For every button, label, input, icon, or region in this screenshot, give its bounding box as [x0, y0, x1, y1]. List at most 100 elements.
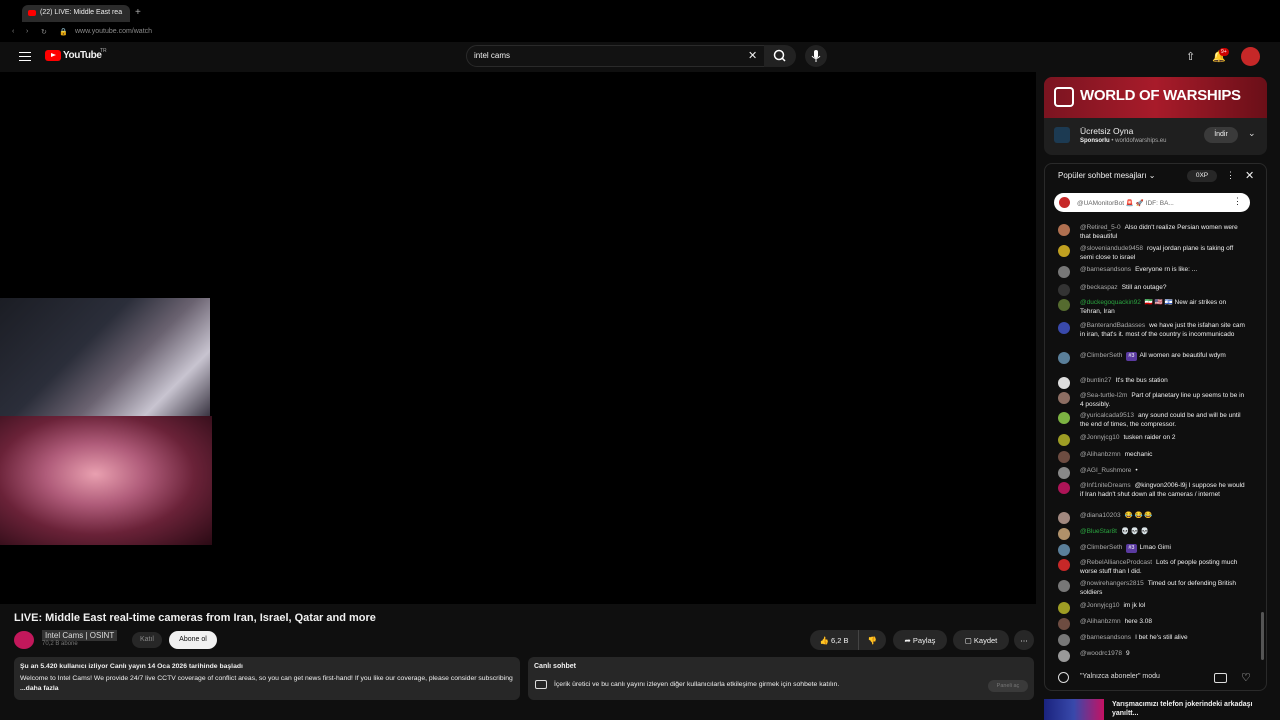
heart-icon[interactable]: ♡	[1241, 671, 1251, 684]
chat-author-avatar[interactable]	[1058, 467, 1070, 479]
chat-author-name[interactable]: @ClimberSeth	[1080, 352, 1122, 359]
chat-author-avatar[interactable]	[1058, 451, 1070, 463]
chat-author-avatar[interactable]	[1058, 322, 1070, 334]
chat-author-avatar[interactable]	[1058, 284, 1070, 296]
address-bar[interactable]: ‹ › ↻ 🔒 www.youtube.com/watch	[0, 26, 1280, 42]
chat-author-avatar[interactable]	[1058, 482, 1070, 494]
chat-author-avatar[interactable]	[1058, 559, 1070, 571]
chat-author-name[interactable]: @Alihanbzmn	[1080, 618, 1121, 625]
chat-message[interactable]: @woodrc1978 9	[1058, 650, 1248, 662]
chat-author-name[interactable]: @sloveniandude9458	[1080, 245, 1143, 252]
chat-author-name[interactable]: @RebelAllianceProdcast	[1080, 559, 1152, 566]
chat-menu-icon[interactable]: ⋮	[1226, 170, 1235, 181]
chat-message[interactable]: @BlueStar8t 💀 💀 💀	[1058, 528, 1248, 540]
share-button[interactable]: ➦ Paylaş	[893, 630, 947, 650]
chat-author-name[interactable]: @BlueStar8t	[1080, 528, 1117, 535]
chevron-down-icon[interactable]: ⌄	[1248, 128, 1256, 139]
reload-icon[interactable]: ↻	[41, 28, 47, 36]
subscribe-button[interactable]: Abone ol	[169, 631, 217, 649]
dislike-button[interactable]: 👎	[858, 630, 886, 650]
chat-author-avatar[interactable]	[1058, 580, 1070, 592]
upload-icon[interactable]: ⇧	[1186, 50, 1195, 63]
chat-scrollbar[interactable]	[1261, 612, 1264, 660]
chat-message[interactable]: @BanterandBadasses we have just the isfah…	[1058, 322, 1248, 339]
chat-message[interactable]: @sloveniandude9458 royal jordan plane is …	[1058, 245, 1248, 262]
chat-author-name[interactable]: @Jonnyjcg10	[1080, 434, 1119, 441]
chat-author-name[interactable]: @Sea-turtle-l2m	[1080, 392, 1127, 399]
join-button[interactable]: Katıl	[132, 632, 162, 648]
chat-message[interactable]: @yuricalcada9513 any sound could be and w…	[1058, 412, 1248, 429]
like-button[interactable]: 👍 6,2 B	[810, 630, 858, 650]
voice-search-button[interactable]	[805, 45, 827, 67]
chat-author-avatar[interactable]	[1058, 512, 1070, 524]
chat-author-avatar[interactable]	[1058, 528, 1070, 540]
save-button[interactable]: ▢ Kaydet	[953, 630, 1009, 650]
chat-message[interactable]: @diana10203 😂 😂 😂	[1058, 512, 1248, 524]
recommended-video-title[interactable]: Yarışmacımızı telefon jokerindeki arkada…	[1112, 700, 1262, 718]
chat-author-avatar[interactable]	[1058, 650, 1070, 662]
chat-author-avatar[interactable]	[1058, 245, 1070, 257]
browser-tab[interactable]: (22) LIVE: Middle East rea	[22, 5, 130, 22]
chat-author-name[interactable]: @woodrc1978	[1080, 650, 1122, 657]
chat-author-avatar[interactable]	[1058, 618, 1070, 630]
channel-avatar[interactable]	[14, 631, 34, 649]
chat-author-name[interactable]: @buntin27	[1080, 377, 1112, 384]
info-icon[interactable]	[1058, 672, 1069, 683]
youtube-logo-text[interactable]: YouTube	[63, 50, 102, 61]
chat-author-name[interactable]: @diana10203	[1080, 512, 1121, 519]
chat-message[interactable]: @buntin27 It's the bus station	[1058, 377, 1248, 389]
chat-message[interactable]: @duckegoquackin92 🇮🇷 🇺🇸 🇮🇱 New air strike…	[1058, 299, 1248, 316]
chat-author-name[interactable]: @barnesandsons	[1080, 634, 1131, 641]
url-text[interactable]: www.youtube.com/watch	[75, 28, 152, 35]
search-input-value[interactable]: intel cams	[474, 51, 510, 60]
chat-message[interactable]: @Jonnyjcg10 im jk lol	[1058, 602, 1248, 614]
chat-message[interactable]: @barnesandsons Everyone rn is like: ...	[1058, 266, 1248, 278]
chat-message[interactable]: @Alihanbzmn mechanic	[1058, 451, 1248, 463]
chat-author-avatar[interactable]	[1058, 377, 1070, 389]
more-actions-button[interactable]: ⋯	[1014, 630, 1034, 650]
download-button[interactable]: İndir	[1204, 127, 1238, 143]
chat-author-avatar[interactable]	[1058, 412, 1070, 424]
back-icon[interactable]: ‹	[12, 28, 14, 35]
chat-message[interactable]: @ClimberSeth #3 Lmao Gimi	[1058, 544, 1248, 556]
chat-author-avatar[interactable]	[1058, 299, 1070, 311]
open-panel-button[interactable]: Paneli aç	[988, 680, 1028, 692]
chat-message[interactable]: @RebelAllianceProdcast Lots of people pos…	[1058, 559, 1248, 576]
chat-author-avatar[interactable]	[1058, 544, 1070, 556]
chat-message[interactable]: @Alihanbzmn here 3.08	[1058, 618, 1248, 630]
chat-message[interactable]: @ClimberSeth #3 All women are beautiful wd…	[1058, 352, 1248, 364]
recommended-video-thumbnail[interactable]	[1044, 699, 1104, 720]
chat-author-name[interactable]: @Alihanbzmn	[1080, 451, 1121, 458]
chat-author-name[interactable]: @BanterandBadasses	[1080, 322, 1145, 329]
chat-author-name[interactable]: @barnesandsons	[1080, 266, 1131, 273]
chat-author-name[interactable]: @beckaspaz	[1080, 284, 1118, 291]
chat-message[interactable]: @Inf1niteDreams @kingvon2006-l9j I suppos…	[1058, 482, 1248, 499]
chat-author-name[interactable]: @nowirehangers2815	[1080, 580, 1144, 587]
chat-author-name[interactable]: @ClimberSeth	[1080, 544, 1122, 551]
clear-search-icon[interactable]: ✕	[748, 49, 757, 62]
chat-author-name[interactable]: @Retired_5-0	[1080, 224, 1121, 231]
pinned-menu-icon[interactable]: ⋮	[1233, 196, 1242, 207]
search-button[interactable]	[764, 45, 796, 67]
forward-icon[interactable]: ›	[26, 28, 28, 35]
chat-author-name[interactable]: @duckegoquackin92	[1080, 299, 1141, 306]
chat-message[interactable]: @nowirehangers2815 Timed out for defendin…	[1058, 580, 1248, 597]
chat-author-name[interactable]: @yuricalcada9513	[1080, 412, 1134, 419]
super-chat-icon[interactable]	[1214, 673, 1227, 683]
chat-message[interactable]: @AGI_Rushmore •	[1058, 467, 1248, 479]
chat-author-avatar[interactable]	[1058, 392, 1070, 404]
search-input[interactable]	[466, 45, 766, 67]
chat-message[interactable]: @beckaspaz Still an outage?	[1058, 284, 1248, 296]
youtube-logo-icon[interactable]	[45, 50, 61, 61]
new-tab-icon[interactable]: +	[135, 7, 141, 18]
menu-icon[interactable]	[19, 52, 31, 61]
chat-author-name[interactable]: @Inf1niteDreams	[1080, 482, 1131, 489]
chat-filter-dropdown[interactable]: Popüler sohbet mesajları ⌄	[1058, 171, 1155, 180]
chat-message[interactable]: @Sea-turtle-l2m Part of planetary line up…	[1058, 392, 1248, 409]
chat-author-avatar[interactable]	[1058, 224, 1070, 236]
chat-author-avatar[interactable]	[1058, 602, 1070, 614]
chat-message[interactable]: @Jonnyjcg10 tusken raider on 2	[1058, 434, 1248, 446]
chat-author-avatar[interactable]	[1058, 634, 1070, 646]
chat-author-name[interactable]: @Jonnyjcg10	[1080, 602, 1119, 609]
channel-name[interactable]: Intel Cams | OSINT	[42, 630, 118, 641]
